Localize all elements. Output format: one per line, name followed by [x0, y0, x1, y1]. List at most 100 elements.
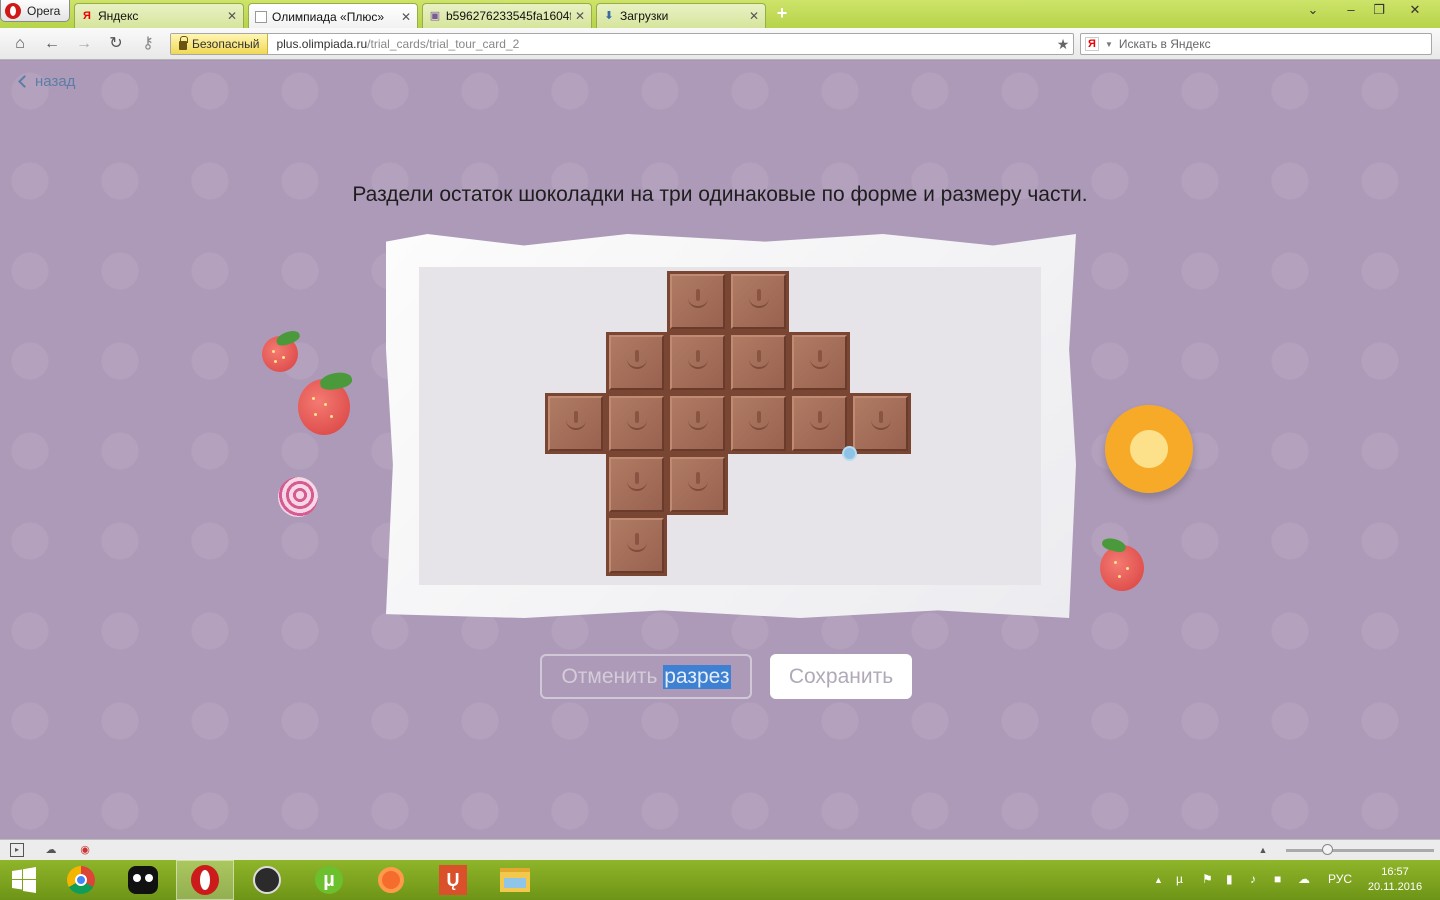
chocolate-piece-face: [792, 335, 847, 390]
home-icon[interactable]: ⌂: [10, 34, 30, 54]
chocolate-piece-face: [609, 335, 664, 390]
close-icon[interactable]: ✕: [575, 9, 585, 23]
url-text[interactable]: plus.olimpiada.ru/trial_cards/trial_tour…: [268, 37, 1053, 51]
chocolate-piece[interactable]: [850, 393, 911, 454]
chocolate-piece[interactable]: [728, 271, 789, 332]
obs-icon[interactable]: [238, 860, 296, 900]
page-icon: [255, 10, 267, 23]
file-explorer-icon[interactable]: [486, 860, 544, 900]
back-link-label: назад: [35, 73, 76, 90]
network-icon[interactable]: ▮: [1226, 872, 1233, 886]
tab-downloads[interactable]: ⬇ Загрузки ✕: [596, 3, 766, 28]
chocolate-piece[interactable]: [606, 454, 667, 515]
chocolate-piece[interactable]: [606, 515, 667, 576]
panel-toggle-icon[interactable]: ▸: [10, 843, 24, 857]
turbo-icon[interactable]: ◉: [78, 843, 92, 857]
image-icon: ▣: [429, 10, 441, 22]
chocolate-piece[interactable]: [728, 332, 789, 393]
tab-image[interactable]: ▣ b596276233545fa1604fc... ✕: [422, 3, 592, 28]
close-icon[interactable]: ✕: [227, 9, 237, 23]
back-link[interactable]: назад: [18, 73, 76, 90]
status-bar: ▸ ☁ ◉ ▲: [0, 839, 1440, 860]
chocolate-piece[interactable]: [789, 393, 850, 454]
tab-olimpiada[interactable]: Олимпиада «Плюс» ✕: [248, 3, 418, 29]
chocolate-piece[interactable]: [667, 454, 728, 515]
chocolate-piece-face: [731, 274, 786, 329]
restore-icon[interactable]: ❐: [1364, 0, 1394, 20]
leaf-emboss-icon: [687, 410, 708, 430]
security-label: Безопасный: [192, 37, 260, 51]
chocolate-piece[interactable]: [667, 271, 728, 332]
page-content: назад Раздели остаток шоколадки на три о…: [0, 61, 1440, 839]
chocolate-piece[interactable]: [789, 332, 850, 393]
bookmark-star-icon[interactable]: ★: [1053, 36, 1073, 53]
chocolate-piece-face: [792, 396, 847, 451]
cancel-label: Отменить: [561, 664, 664, 688]
address-bar[interactable]: Безопасный plus.olimpiada.ru/trial_cards…: [170, 33, 1074, 55]
close-icon[interactable]: ✕: [401, 10, 411, 24]
leaf-emboss-icon: [687, 288, 708, 308]
opera-menu-label: Opera: [27, 3, 61, 18]
tab-label: b596276233545fa1604fc...: [446, 9, 571, 23]
chocolate-piece[interactable]: [545, 393, 606, 454]
leaf-emboss-icon: [748, 288, 769, 308]
clock-time: 16:57: [1381, 866, 1409, 878]
tray-expand-icon[interactable]: ▲: [1154, 875, 1163, 885]
search-field[interactable]: Я ▼ Искать в Яндекс: [1080, 33, 1432, 55]
cloud-tray-icon[interactable]: ☁: [1298, 872, 1310, 886]
flag-icon[interactable]: ⚑: [1202, 872, 1213, 886]
save-button[interactable]: Сохранить: [770, 654, 912, 699]
zoom-up-icon[interactable]: ▲: [1256, 843, 1270, 857]
cloud-icon[interactable]: ☁: [44, 843, 58, 857]
tab-label: Загрузки: [620, 9, 669, 23]
security-badge[interactable]: Безопасный: [171, 34, 269, 54]
chrome-icon[interactable]: [52, 860, 110, 900]
back-arrow-icon[interactable]: ←: [42, 34, 62, 54]
cut-cursor-point[interactable]: [842, 446, 857, 461]
chocolate-piece[interactable]: [667, 332, 728, 393]
chocolate-piece[interactable]: [667, 393, 728, 454]
orange-slice-icon: [1105, 405, 1193, 493]
close-window-icon[interactable]: ✕: [1400, 0, 1430, 20]
origin-icon[interactable]: [362, 860, 420, 900]
zoom-knob[interactable]: [1322, 844, 1333, 855]
search-engine-chevron-icon[interactable]: ▼: [1105, 40, 1113, 49]
chocolate-piece[interactable]: [728, 393, 789, 454]
leaf-emboss-icon: [687, 349, 708, 369]
forward-arrow-icon[interactable]: →: [74, 34, 94, 54]
box-tray-icon[interactable]: ■: [1274, 872, 1281, 886]
panda-icon[interactable]: [114, 860, 172, 900]
utorrent-icon[interactable]: µ: [300, 860, 358, 900]
reload-icon[interactable]: ↻: [106, 34, 126, 54]
tab-yandex[interactable]: Я Яндекс ✕: [74, 3, 244, 28]
clock-date: 20.11.2016: [1367, 881, 1423, 893]
tab-menu-chevron-icon[interactable]: ⌄: [1298, 0, 1328, 20]
leaf-emboss-icon: [565, 410, 586, 430]
url-domain: plus.olimpiada.ru: [276, 37, 368, 51]
task-text: Раздели остаток шоколадки на три одинако…: [352, 183, 1088, 206]
minimize-icon[interactable]: –: [1336, 0, 1366, 20]
chocolate-piece[interactable]: [606, 332, 667, 393]
volume-icon[interactable]: ♪: [1250, 872, 1256, 886]
key-icon[interactable]: ⚷: [138, 34, 158, 54]
cancel-cut-button[interactable]: Отменить разрез: [540, 654, 752, 699]
chocolate-piece-face: [548, 396, 603, 451]
new-tab-button[interactable]: +: [772, 4, 792, 24]
windows-start-icon[interactable]: [0, 860, 48, 900]
opera-taskbar-icon[interactable]: [176, 860, 234, 900]
close-icon[interactable]: ✕: [749, 9, 759, 23]
chocolate-piece-face: [670, 335, 725, 390]
clock[interactable]: 16:57 20.11.2016: [1364, 865, 1426, 895]
usb-app-icon[interactable]: Ų: [424, 860, 482, 900]
chocolate-piece[interactable]: [606, 393, 667, 454]
zoom-slider[interactable]: [1286, 844, 1434, 855]
strawberry-icon: [298, 370, 354, 435]
leaf-emboss-icon: [870, 410, 891, 430]
opera-menu-button[interactable]: Opera: [0, 0, 70, 22]
language-indicator[interactable]: РУС: [1328, 872, 1352, 886]
utorrent-tray-icon[interactable]: µ: [1176, 872, 1183, 886]
chocolate-piece-face: [670, 396, 725, 451]
yandex-search-icon: Я: [1085, 37, 1099, 51]
navigation-bar: ⌂ ← → ↻ ⚷ Безопасный plus.olimpiada.ru/t…: [0, 28, 1440, 60]
leaf-emboss-icon: [687, 471, 708, 491]
